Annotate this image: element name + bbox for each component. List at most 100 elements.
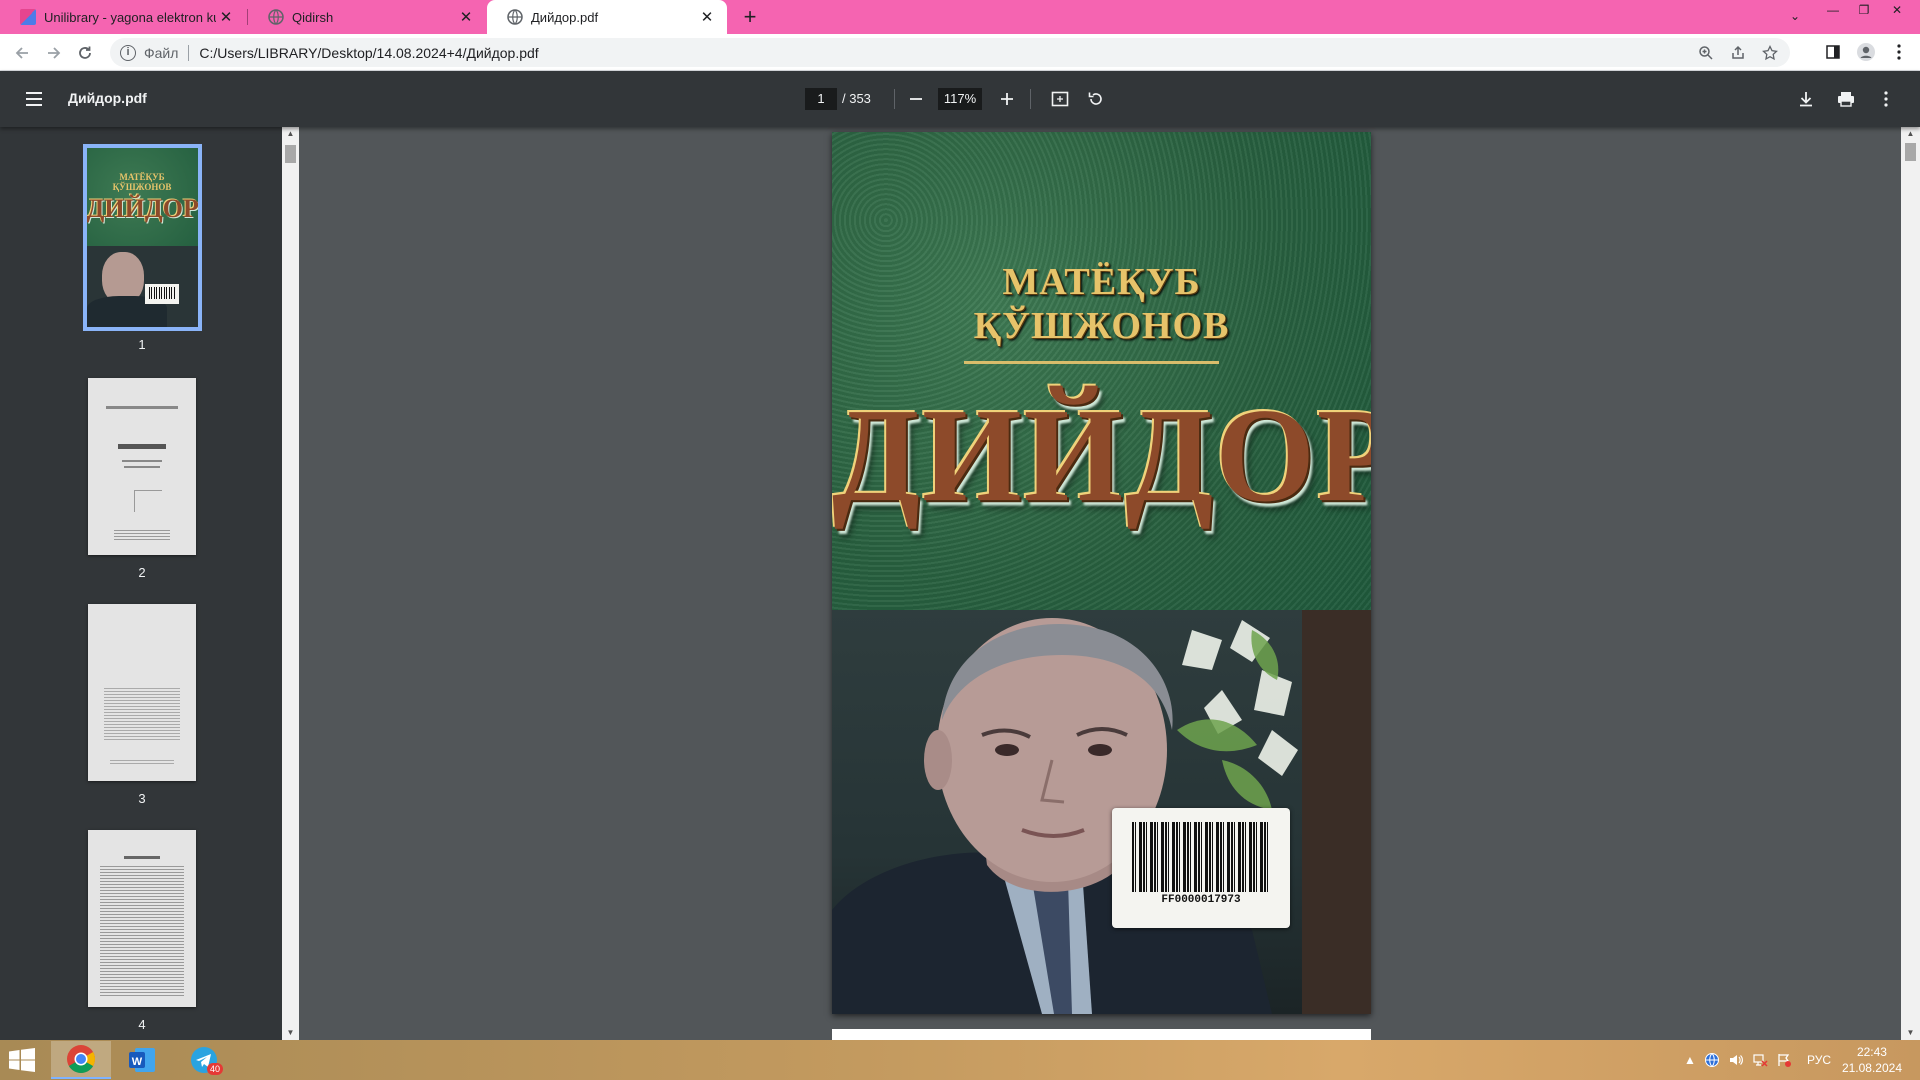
barcode-icon xyxy=(1132,822,1270,892)
fit-page-button[interactable] xyxy=(1048,87,1072,111)
system-clock[interactable]: 22:43 21.08.2024 xyxy=(1842,1044,1902,1076)
hamburger-menu-icon[interactable] xyxy=(22,87,46,111)
rotate-button[interactable] xyxy=(1084,87,1108,111)
portrait-illustration xyxy=(832,610,1371,1014)
clock-date: 21.08.2024 xyxy=(1841,1061,1902,1075)
reload-button[interactable] xyxy=(72,40,98,66)
thumbnail-page-4[interactable]: 4 xyxy=(82,830,202,1032)
barcode-number: FF0000017973 xyxy=(1161,894,1241,906)
menu-dots-icon xyxy=(1884,91,1888,107)
tray-volume-icon[interactable] xyxy=(1728,1040,1744,1080)
divider xyxy=(188,44,190,61)
close-icon[interactable]: ✕ xyxy=(216,7,236,27)
scrollbar-thumb[interactable] xyxy=(285,145,296,163)
scrollbar-thumb[interactable] xyxy=(1905,143,1916,161)
divider xyxy=(894,89,895,109)
page-number-input[interactable]: 1 xyxy=(805,88,837,110)
windows-taskbar: W 40 ▲ РУС 22:43 21.08.2024 xyxy=(0,1040,1920,1080)
zoom-in-button[interactable] xyxy=(995,87,1019,111)
thumb-line xyxy=(124,466,160,468)
thumbnail-number: 1 xyxy=(138,337,146,352)
windows-start-icon[interactable] xyxy=(8,1048,36,1072)
thumb-cover-author: МАТЁҚУБ ҚЎШЖОНОВ xyxy=(112,172,172,192)
globe-icon xyxy=(507,9,523,25)
tab-search-icon[interactable]: ⌄ xyxy=(1780,6,1810,26)
print-icon xyxy=(1838,92,1854,107)
pdf-viewer[interactable]: МАТЁҚУБ ҚЎШЖОНОВ ДИЙДОР FF0000017973 xyxy=(299,127,1901,1040)
scroll-up-icon[interactable]: ▲ xyxy=(1901,127,1920,141)
thumb-heading xyxy=(124,856,160,859)
taskbar-telegram[interactable]: 40 xyxy=(174,1041,234,1079)
forward-button[interactable] xyxy=(41,40,67,66)
zoom-out-button[interactable] xyxy=(904,87,928,111)
tray-chevron-icon[interactable]: ▲ xyxy=(1684,1040,1696,1080)
tray-network-globe-icon[interactable] xyxy=(1704,1040,1720,1080)
tab-unilibrary[interactable]: Unilibrary - yagona elektron kutubxona ✕ xyxy=(0,0,246,34)
zoom-input[interactable]: 117% xyxy=(938,88,982,110)
url-text[interactable]: C:/Users/LIBRARY/Desktop/14.08.2024+4/Ди… xyxy=(199,45,538,61)
language-indicator[interactable]: РУС xyxy=(1807,1040,1831,1080)
thumb-line xyxy=(122,460,162,462)
download-button[interactable] xyxy=(1794,87,1818,111)
tray-network-icon[interactable] xyxy=(1752,1040,1768,1080)
scroll-down-icon[interactable]: ▼ xyxy=(1901,1026,1920,1040)
thumbnail-image xyxy=(88,378,196,555)
thumb-cover-photo xyxy=(86,246,198,327)
close-icon[interactable]: ✕ xyxy=(697,7,717,27)
word-icon: W xyxy=(129,1048,155,1072)
scroll-down-icon[interactable]: ▼ xyxy=(282,1026,299,1040)
thumbnail-image xyxy=(88,830,196,1007)
divider xyxy=(1030,89,1031,109)
chrome-icon xyxy=(67,1045,95,1073)
pdf-toolbar: Дийдор.pdf 1 / 353 117% xyxy=(0,71,1920,127)
cover-author-first: МАТЁҚУБ xyxy=(1002,261,1201,303)
tab-title: Unilibrary - yagona elektron kutubxona xyxy=(44,9,216,25)
print-button[interactable] xyxy=(1834,87,1858,111)
tab-pdf[interactable]: Дийдор.pdf ✕ xyxy=(487,0,727,34)
thumbnail-page-2[interactable]: 2 xyxy=(82,378,202,580)
pdf-page-2 xyxy=(832,1029,1371,1040)
star-icon[interactable] xyxy=(1760,43,1780,63)
thumb-text-block xyxy=(100,866,184,998)
thumbnail-page-3[interactable]: 3 xyxy=(82,604,202,806)
new-tab-button[interactable]: + xyxy=(737,5,763,31)
cover-portrait-photo: FF0000017973 xyxy=(832,610,1371,1014)
cover-author-last: ҚЎШЖОНОВ xyxy=(973,305,1230,347)
tab-qidirsh[interactable]: Qidirsh ✕ xyxy=(248,0,486,34)
fit-page-icon xyxy=(1051,91,1069,107)
omnibox-actions xyxy=(1696,43,1780,63)
side-panel-icon[interactable] xyxy=(1822,41,1844,63)
share-icon[interactable] xyxy=(1728,43,1748,63)
back-button[interactable] xyxy=(9,40,35,66)
more-options-button[interactable] xyxy=(1874,87,1898,111)
info-icon[interactable]: i xyxy=(120,44,136,61)
minimize-icon[interactable]: — xyxy=(1818,0,1848,20)
zoom-icon[interactable] xyxy=(1696,43,1716,63)
pdf-title: Дийдор.pdf xyxy=(68,90,147,106)
page-total: / 353 xyxy=(842,91,871,106)
rotate-icon xyxy=(1088,92,1102,105)
tab-title: Qidirsh xyxy=(292,9,334,25)
scheme-label: Файл xyxy=(144,44,179,61)
scroll-up-icon[interactable]: ▲ xyxy=(282,127,299,141)
tray-flag-icon[interactable] xyxy=(1776,1040,1792,1080)
taskbar-chrome[interactable] xyxy=(51,1041,111,1079)
close-icon[interactable]: ✕ xyxy=(456,7,476,27)
thumbnail-image xyxy=(88,604,196,781)
sidebar-scrollbar[interactable]: ▲ ▼ xyxy=(282,127,299,1040)
menu-dots-icon[interactable] xyxy=(1888,41,1910,63)
book-icon xyxy=(20,9,36,25)
arrow-right-icon xyxy=(48,47,61,59)
viewer-scrollbar[interactable]: ▲ ▼ xyxy=(1901,127,1920,1040)
address-bar[interactable]: i Файл C:/Users/LIBRARY/Desktop/14.08.20… xyxy=(110,38,1790,67)
thumb-text-block xyxy=(104,688,180,740)
thumb-stamp xyxy=(134,490,162,512)
cover-title: ДИЙДОР xyxy=(832,380,1371,530)
taskbar-word[interactable]: W xyxy=(112,1041,172,1079)
telegram-badge: 40 xyxy=(207,1063,224,1075)
close-window-icon[interactable]: ✕ xyxy=(1882,0,1912,20)
thumbnail-page-1[interactable]: МАТЁҚУБ ҚЎШЖОНОВ ДИЙДОР 1 xyxy=(82,144,202,352)
restore-icon[interactable]: ❐ xyxy=(1849,0,1879,20)
thumb-cover-title: ДИЙДОР xyxy=(86,194,198,223)
profile-avatar[interactable] xyxy=(1855,41,1877,63)
